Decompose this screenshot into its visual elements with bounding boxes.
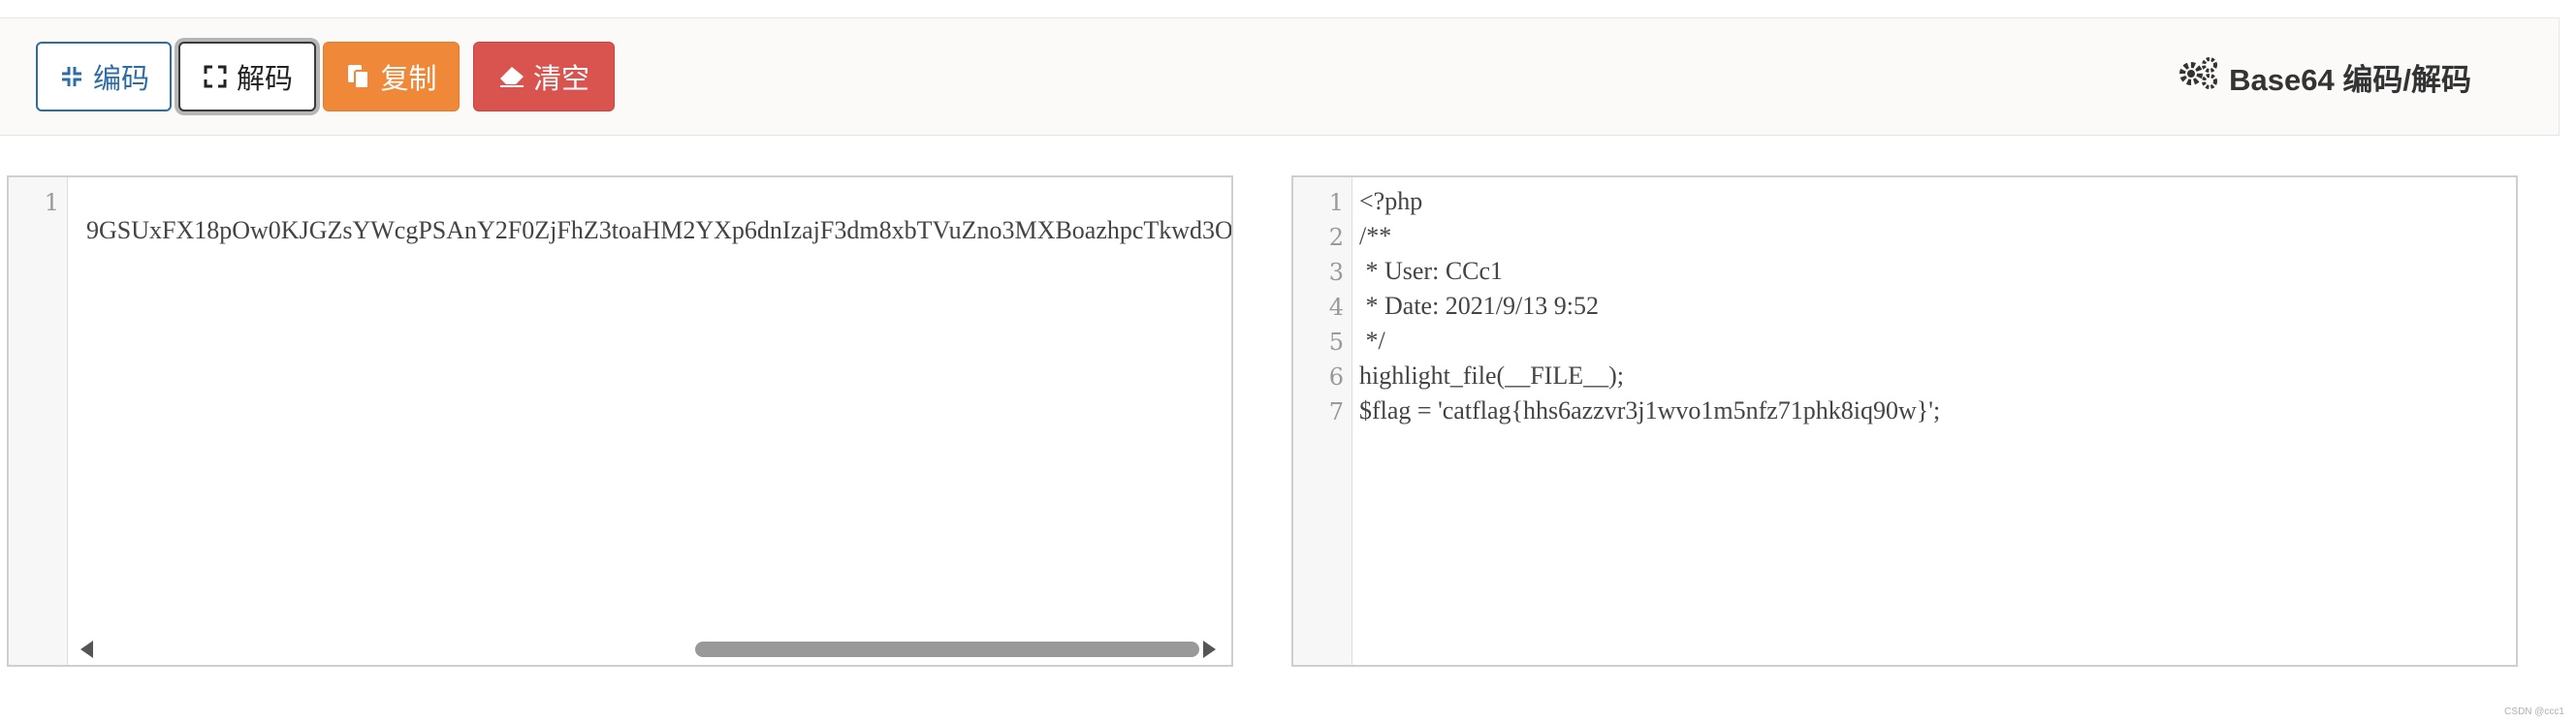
encode-button[interactable]: 编码 <box>36 42 172 111</box>
line-number: 1 <box>44 189 59 216</box>
page-title-text: Base64 编码/解码 <box>2229 62 2471 97</box>
decode-button-label: 解码 <box>236 64 293 95</box>
eraser-icon <box>498 63 525 90</box>
line-number-gutter: 1 2 3 4 5 6 7 <box>1293 177 1352 665</box>
horizontal-scrollbar[interactable] <box>69 636 1229 661</box>
line-number-gutter: 1 <box>9 177 68 665</box>
watermark: CSDN @ccc1 <box>2504 707 2564 717</box>
scroll-right-icon[interactable] <box>1203 641 1216 658</box>
encode-button-label: 编码 <box>92 64 149 95</box>
code-line: 9GSUxFX18pOw0KJGZsYWcgPSAnY2F0ZjFhZ3toaH… <box>67 187 1231 274</box>
line-number: 6 <box>1328 363 1344 391</box>
page-title: Base64 编码/解码 <box>2178 55 2471 98</box>
scrollbar-thumb[interactable] <box>695 642 1199 657</box>
toolbar: 编码 解码 复制 清空 Base64 编码/解码 <box>0 17 2560 136</box>
line-number: 2 <box>1328 224 1344 251</box>
input-editor[interactable]: 1 9GSUxFX18pOw0KJGZsYWcgPSAnY2F0ZjFhZ3to… <box>7 175 1233 667</box>
copy-button-label: 复制 <box>380 64 437 95</box>
code-line: */ <box>1359 327 1385 355</box>
clear-button[interactable]: 清空 <box>473 42 615 111</box>
code-line-text: 9GSUxFX18pOw0KJGZsYWcgPSAnY2F0ZjFhZ3toaH… <box>86 216 1231 244</box>
line-number: 1 <box>1328 189 1344 216</box>
code-line: highlight_file(__FILE__); <box>1359 362 1624 390</box>
code-line: * User: CCc1 <box>1359 257 1504 285</box>
code-line: * Date: 2021/9/13 9:52 <box>1359 292 1599 320</box>
code-line: <?php <box>1359 187 1423 215</box>
scroll-left-icon[interactable] <box>80 641 93 658</box>
code-line: /** <box>1359 222 1392 250</box>
expand-icon <box>202 63 229 90</box>
compress-icon <box>58 63 85 90</box>
clear-button-label: 清空 <box>532 64 589 95</box>
gears-icon <box>2178 56 2219 97</box>
line-number: 4 <box>1328 294 1344 321</box>
decode-button[interactable]: 解码 <box>178 42 316 111</box>
copy-button[interactable]: 复制 <box>323 42 460 111</box>
copy-icon <box>345 63 372 90</box>
code-line: $flag = 'catflag{hhs6azzvr3j1wvo1m5nfz71… <box>1359 396 1941 424</box>
line-number: 3 <box>1328 259 1344 286</box>
line-number: 7 <box>1328 398 1344 425</box>
output-editor[interactable]: 1 2 3 4 5 6 7 <?php /** * User: CCc1 * D… <box>1291 175 2518 667</box>
line-number: 5 <box>1328 329 1344 356</box>
